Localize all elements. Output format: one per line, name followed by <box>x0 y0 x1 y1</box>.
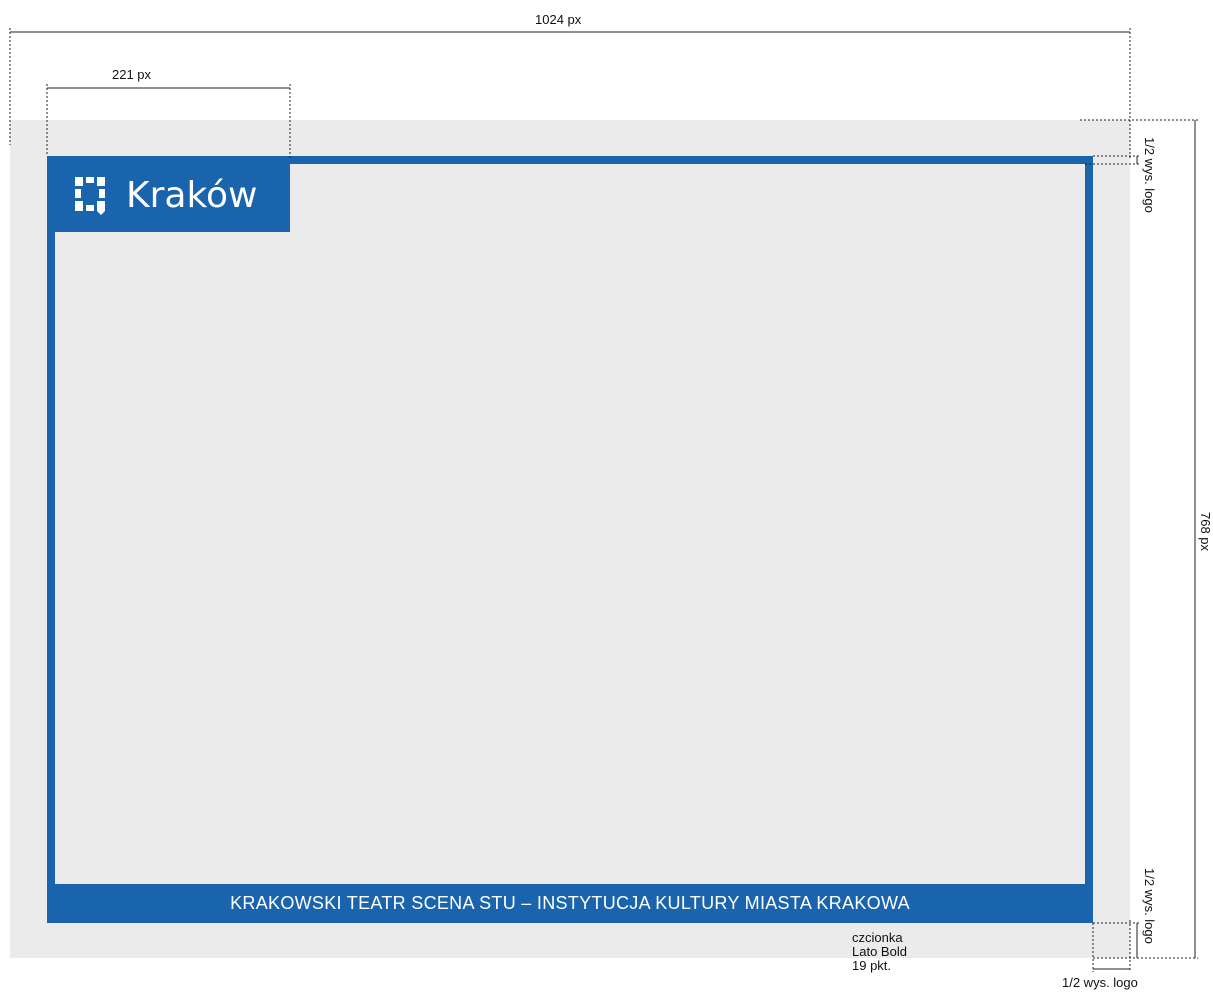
half-logo-top-label: 1/2 wys. logo <box>1142 137 1157 213</box>
font-note-line2: Lato Bold <box>852 944 907 959</box>
dimension-lines <box>9 28 1198 972</box>
width-dimension-label: 1024 px <box>535 12 582 27</box>
font-note: czcionka Lato Bold 19 pkt. <box>852 931 907 973</box>
font-note-line3: 19 pkt. <box>852 958 892 973</box>
logo-width-dimension-label: 221 px <box>112 67 152 82</box>
height-dimension-label: 768 px <box>1198 512 1213 552</box>
half-logo-bottom-label: 1/2 wys. logo <box>1142 868 1157 944</box>
font-note-line1: czcionka <box>852 930 903 945</box>
half-logo-right-label: 1/2 wys. logo <box>1062 975 1138 990</box>
